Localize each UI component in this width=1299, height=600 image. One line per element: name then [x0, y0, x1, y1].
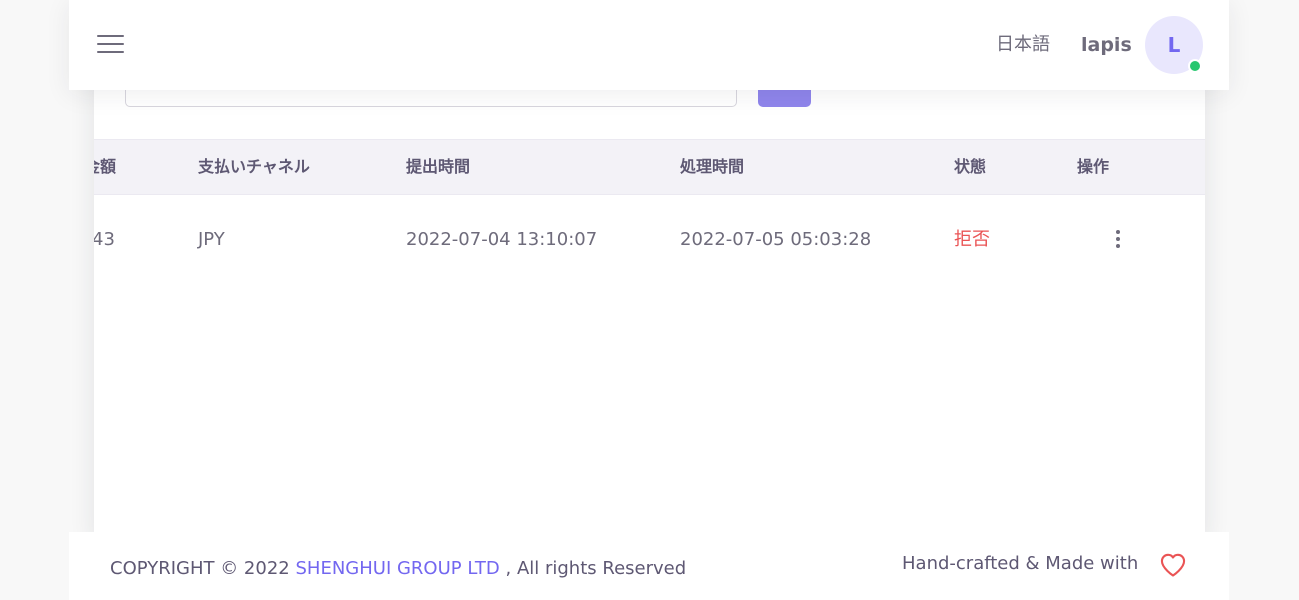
cell-submitted-time: 2022-07-04 13:10:07: [406, 229, 598, 250]
language-switcher[interactable]: 日本語: [996, 30, 1050, 60]
company-link[interactable]: SHENGHUI GROUP LTD: [295, 558, 499, 579]
column-header-submitted-time: 提出時間: [406, 157, 471, 176]
cell-payment-channel: JPY: [198, 229, 225, 250]
user-name[interactable]: lapis: [1081, 30, 1132, 60]
kebab-menu-icon[interactable]: [1113, 230, 1123, 250]
column-header-actions: 操作: [1077, 157, 1110, 176]
handcrafted-text: Hand-crafted & Made with: [902, 553, 1139, 574]
hamburger-menu-icon[interactable]: [97, 35, 125, 55]
column-header-payment-channel: 支払いチャネル: [198, 157, 310, 176]
cell-amount: 43: [94, 229, 115, 250]
heart-icon: [1160, 553, 1186, 577]
copyright-text: COPYRIGHT © 2022 SHENGHUI GROUP LTD , Al…: [110, 554, 686, 584]
cell-processed-time: 2022-07-05 05:03:28: [680, 229, 872, 250]
top-navbar: 日本語 lapis L: [69, 0, 1229, 90]
cell-status-badge: 拒否: [954, 229, 990, 250]
column-header-processed-time: 処理時間: [680, 157, 745, 176]
page: 金額 支払いチャネル 提出時間 処理時間 状態 操作 43 JPY 2022-0…: [0, 0, 1299, 600]
column-header-status: 状態: [954, 157, 987, 176]
column-header-amount: 金額: [94, 157, 117, 176]
table-header: 金額 支払いチャネル 提出時間 処理時間 状態 操作: [94, 139, 1205, 195]
withdrawal-history-card: 金額 支払いチャネル 提出時間 処理時間 状態 操作 43 JPY 2022-0…: [94, 60, 1205, 540]
copyright-suffix: , All rights Reserved: [505, 558, 687, 579]
table-row: 43 JPY 2022-07-04 13:10:07 2022-07-05 05…: [94, 195, 1205, 285]
online-status-dot: [1188, 59, 1202, 73]
footer: COPYRIGHT © 2022 SHENGHUI GROUP LTD , Al…: [69, 532, 1229, 600]
copyright-prefix: COPYRIGHT © 2022: [110, 558, 290, 579]
